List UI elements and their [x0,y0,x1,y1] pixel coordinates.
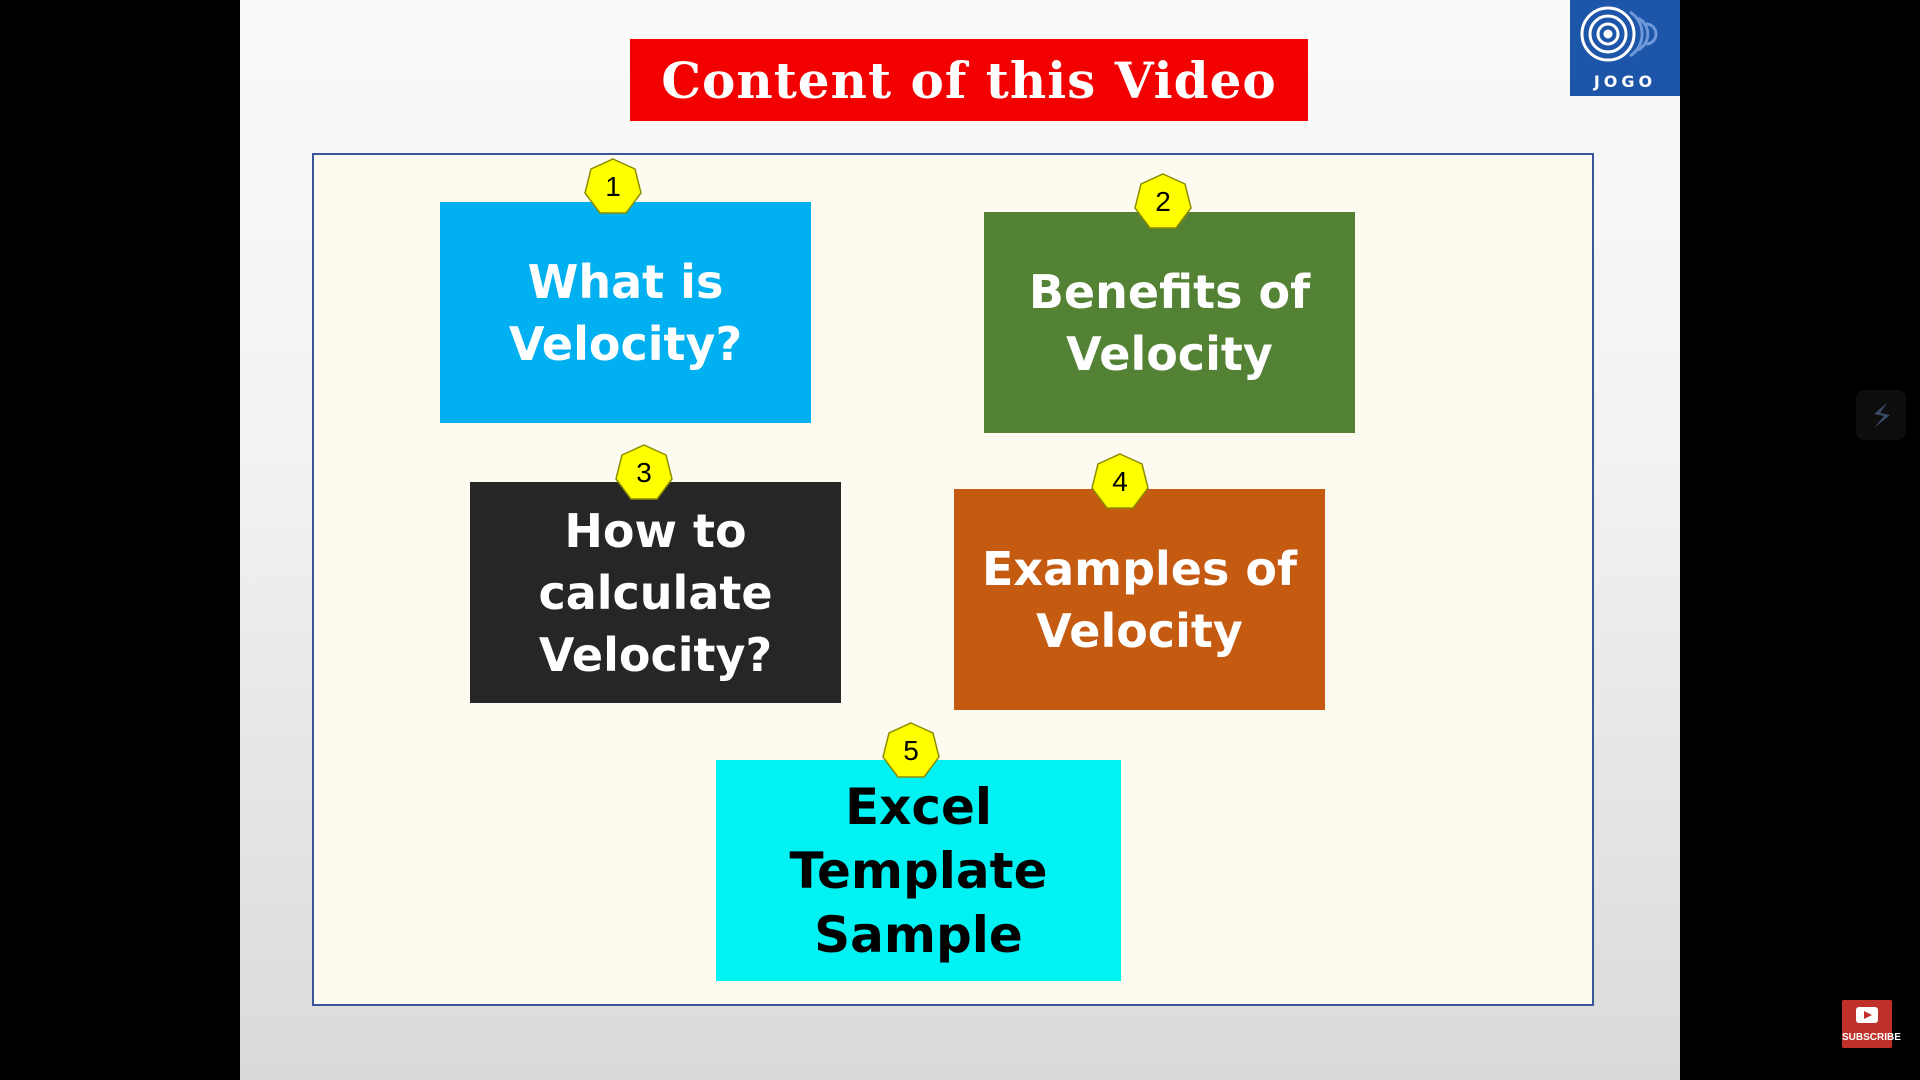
badge-number: 3 [636,457,652,488]
subscribe-label: SUBSCRIBE [1842,1032,1901,1043]
topic-box-examples: Examples of Velocity [954,489,1325,710]
number-badge-3: 3 [614,443,674,503]
title-banner: Content of this Video [630,39,1308,121]
slide-title: Content of this Video [661,50,1277,110]
topic-label: Excel Template Sample [789,777,1048,964]
number-badge-4: 4 [1090,452,1150,512]
number-badge-2: 2 [1133,172,1193,232]
youtube-play-icon [1856,1007,1878,1023]
logo-text: JOGO [1593,72,1657,91]
topic-box-benefits: Benefits of Velocity [984,212,1355,433]
badge-number: 1 [605,171,621,202]
number-badge-1: 1 [583,157,643,217]
stack-glyph-icon [1874,402,1890,428]
jogo-logo: JOGO [1570,0,1680,96]
topic-box-excel-template: Excel Template Sample [716,760,1121,981]
concentric-circles-icon [1580,6,1658,62]
video-player[interactable]: Content of this Video JOGO What is Veloc… [0,0,1920,1080]
topic-label: Benefits of Velocity [1028,264,1311,381]
stack-icon[interactable] [1856,390,1906,440]
topic-box-how-to-calculate: How to calculate Velocity? [470,482,841,703]
badge-number: 5 [903,735,919,766]
topic-label: How to calculate Velocity? [538,503,773,682]
number-badge-5: 5 [881,721,941,781]
topic-label: Examples of Velocity [982,541,1297,658]
badge-number: 2 [1155,186,1171,217]
topic-label: What is Velocity? [508,254,743,371]
subscribe-button[interactable]: SUBSCRIBE [1842,1000,1901,1048]
badge-number: 4 [1112,466,1128,497]
topic-box-what-is-velocity: What is Velocity? [440,202,811,423]
